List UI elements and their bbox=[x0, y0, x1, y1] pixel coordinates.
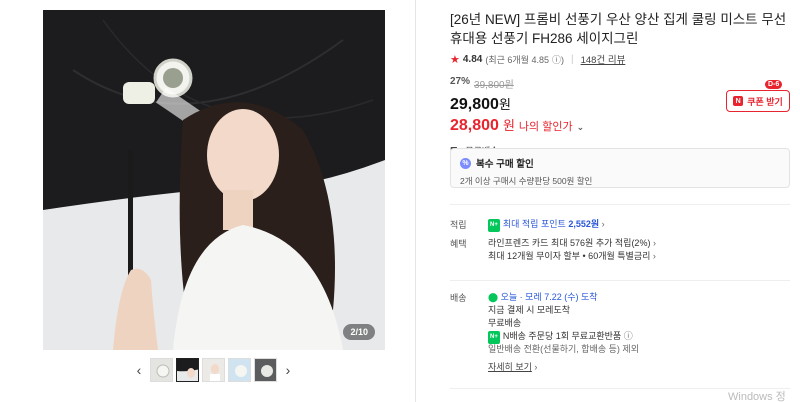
discount-rate: 27% bbox=[450, 76, 471, 87]
windows-watermark: Windows 정 bbox=[728, 391, 786, 402]
photo-counter: 2/10 bbox=[343, 324, 375, 340]
thumbnail-5[interactable] bbox=[254, 358, 277, 382]
my-price-label: 나의 할인가 bbox=[518, 121, 573, 133]
perk-card[interactable]: 라인프렌즈 카드 최대 576원 추가 적립(2%) › bbox=[488, 237, 788, 250]
perk-installment[interactable]: 최대 12개월 무이자 할부 • 60개월 특별금리 › bbox=[488, 250, 788, 263]
star-icon: ★ bbox=[450, 53, 460, 66]
delivery-badge-icon: ⬤ bbox=[488, 292, 499, 302]
details-link[interactable]: 자세히 보기 › bbox=[488, 361, 788, 374]
thumbnail-2[interactable] bbox=[176, 358, 199, 382]
delivery-note: 지금 결제 시 모레도착 bbox=[488, 305, 571, 315]
my-price[interactable]: 28,800 원 나의 할인가 ⌄ bbox=[450, 115, 790, 135]
coupon-button[interactable]: N 쿠폰 받기 bbox=[726, 90, 790, 112]
info-icon[interactable]: ⓘ) bbox=[552, 53, 564, 66]
benefits-section: 적립 N+ 최대 적립 포인트 2,552원 › 혜택 라인프렌즈 카드 최대 5… bbox=[450, 218, 790, 268]
delivery-exclusion: 일반배송 전환(선물하기, 합배송 등) 제외 bbox=[488, 344, 639, 354]
product-photo bbox=[43, 10, 385, 350]
thumbnail-4[interactable] bbox=[228, 358, 251, 382]
info-icon[interactable]: ⓘ bbox=[624, 331, 633, 341]
delivery-free: 무료배송 bbox=[488, 318, 522, 328]
percent-icon: % bbox=[460, 157, 471, 169]
chevron-right-icon: › bbox=[534, 362, 538, 372]
bulk-title: 복수 구매 할인 bbox=[476, 159, 534, 170]
points-label: 적립 bbox=[450, 220, 467, 230]
thumbnail-3[interactable] bbox=[202, 358, 225, 382]
bulk-desc: 2개 이상 구매시 수량판당 500원 할인 bbox=[460, 176, 593, 186]
rating-sub: (최근 6개월 4.85 bbox=[485, 54, 549, 65]
thumbnail-strip: ‹ › bbox=[131, 358, 296, 382]
delivery-section: 배송 ⬤ 오늘 · 모레 7.22 (수) 도착 지금 결제 시 모레도착 무료… bbox=[450, 291, 790, 381]
chevron-right-icon: › bbox=[652, 238, 656, 248]
rating-score: 4.84 bbox=[462, 53, 483, 65]
bulk-discount-box: % 복수 구매 할인 2개 이상 구매시 수량판당 500원 할인 bbox=[450, 148, 790, 188]
product-title: [26년 NEW] 프롬비 선풍기 우산 양산 집게 쿨링 미스트 무선 휴대용… bbox=[450, 12, 787, 46]
main-product-image[interactable]: 2/10 bbox=[43, 10, 385, 350]
product-info: [26년 NEW] 프롬비 선풍기 우산 양산 집게 쿨링 미스트 무선 휴대용… bbox=[450, 10, 790, 157]
chevron-right-icon: › bbox=[601, 219, 605, 229]
divider bbox=[415, 0, 416, 402]
divider bbox=[450, 204, 790, 205]
original-price: 39,800원 bbox=[474, 80, 514, 91]
chevron-right-icon[interactable]: › bbox=[280, 362, 296, 378]
reviews-link[interactable]: 148건 리뷰 bbox=[581, 52, 626, 66]
rating-row: ★ 4.84 (최근 6개월 4.85 ⓘ) | 148건 리뷰 bbox=[450, 52, 626, 67]
npay-exchange: N+ N배송 주문당 1회 무료교환반품 ⓘ bbox=[488, 330, 788, 344]
delivery-label: 배송 bbox=[450, 293, 467, 303]
coupon-dday-badge: D-6 bbox=[765, 80, 783, 89]
npay-icon: N+ bbox=[488, 219, 500, 232]
divider bbox=[450, 280, 790, 281]
points-row[interactable]: N+ 최대 적립 포인트 2,552원 › bbox=[488, 218, 788, 232]
arrival-row: ⬤ 오늘 · 모레 7.22 (수) 도착 bbox=[488, 292, 598, 302]
naver-icon: N bbox=[733, 96, 744, 106]
product-page: 2/10 ‹ › [26년 NEW] 프롬비 선풍기 우산 양산 집게 쿨링 미… bbox=[0, 0, 800, 402]
chevron-left-icon[interactable]: ‹ bbox=[131, 362, 147, 378]
thumbnail-1[interactable] bbox=[150, 358, 173, 382]
chevron-down-icon[interactable]: ⌄ bbox=[577, 122, 585, 133]
discount-row: 27% 39,800원 bbox=[450, 76, 790, 91]
perks-label: 혜택 bbox=[450, 239, 467, 249]
chevron-right-icon: › bbox=[652, 251, 656, 261]
